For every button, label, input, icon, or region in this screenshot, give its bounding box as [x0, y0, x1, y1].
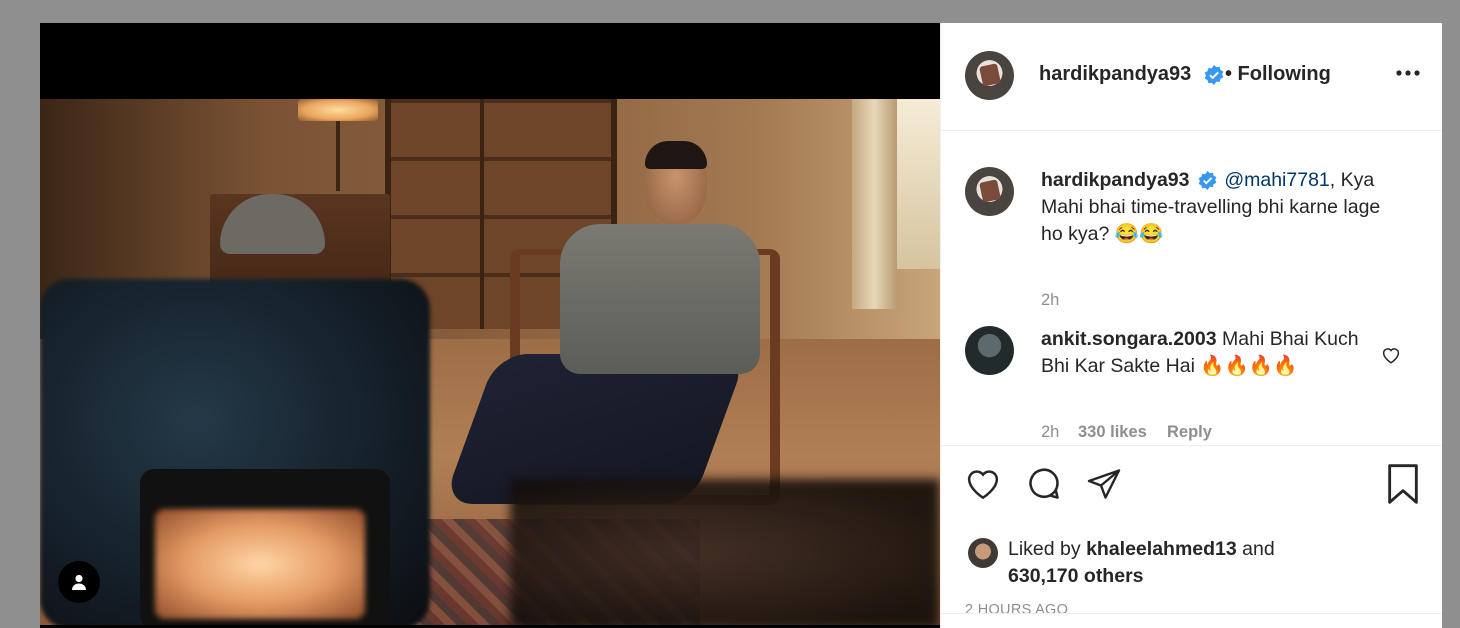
share-send-icon[interactable] — [1085, 466, 1123, 502]
bookmark-save-icon[interactable] — [1386, 464, 1420, 504]
caption-author-avatar[interactable] — [965, 167, 1014, 216]
photo-window — [895, 99, 940, 269]
post-modal: hardikpandya93 • Following hardikpandya9… — [40, 23, 1442, 628]
caption-time[interactable]: 2h — [1041, 291, 1059, 310]
photo-foreground-blur — [510, 479, 940, 625]
post-media[interactable] — [40, 23, 940, 628]
liked-by-avatar[interactable] — [968, 538, 998, 568]
photo-camera-screen — [155, 509, 365, 619]
comments-list[interactable]: hardikpandya93 @mahi7781, Kya Mahi bhai … — [941, 131, 1442, 445]
photo-person-body — [560, 224, 760, 374]
liked-by-prefix: Liked by — [1008, 538, 1081, 560]
author-avatar[interactable] — [965, 51, 1014, 100]
post-time-ago[interactable]: 2 HOURS AGO — [965, 602, 1068, 618]
comment-author[interactable]: ankit.songara.2003 — [1041, 328, 1217, 350]
comment-like-heart-icon[interactable] — [1381, 346, 1401, 364]
post-photo[interactable] — [40, 99, 940, 625]
liked-by-conj: and — [1242, 538, 1275, 560]
photo-lamp-stem — [336, 121, 340, 191]
post-header: hardikpandya93 • Following — [941, 23, 1442, 131]
like-heart-icon[interactable] — [964, 466, 1002, 500]
more-options-icon[interactable] — [1395, 63, 1421, 83]
comment-bubble-icon[interactable] — [1025, 466, 1063, 502]
verified-badge-icon — [1204, 65, 1224, 85]
user-icon — [72, 574, 86, 590]
caption-mention-link[interactable]: @mahi7781 — [1224, 169, 1329, 191]
verified-badge-icon — [1198, 171, 1217, 191]
liked-by-others[interactable]: 630,170 others — [1008, 565, 1144, 587]
post-actions: Liked by khaleelahmed13 and 630,170 othe… — [941, 445, 1442, 628]
post-side-panel: hardikpandya93 • Following hardikpandya9… — [940, 23, 1442, 628]
follow-status-button[interactable]: • Following — [1225, 63, 1331, 86]
author-username[interactable]: hardikpandya93 — [1039, 63, 1191, 86]
comment-reply-button[interactable]: Reply — [1167, 423, 1212, 442]
liked-by-summary: Liked by khaleelahmed13 and 630,170 othe… — [1008, 536, 1275, 590]
caption-author[interactable]: hardikpandya93 — [1041, 169, 1189, 191]
photo-bookshelf-divider — [480, 99, 484, 329]
caption-text-block: hardikpandya93 @mahi7781, Kya Mahi bhai … — [1041, 167, 1381, 248]
divider — [941, 613, 1442, 614]
photo-lamp — [298, 99, 378, 121]
tagged-users-button[interactable] — [58, 561, 100, 603]
photo-person-hair — [645, 141, 707, 169]
comment-text-block: ankit.songara.2003 Mahi Bhai Kuch Bhi Ka… — [1041, 326, 1361, 380]
photo-curtain — [852, 99, 897, 309]
comment-likes-count[interactable]: 330 likes — [1078, 423, 1147, 442]
liked-by-user[interactable]: khaleelahmed13 — [1086, 538, 1237, 560]
comment-time[interactable]: 2h — [1041, 423, 1059, 442]
comment-author-avatar[interactable] — [965, 326, 1014, 375]
